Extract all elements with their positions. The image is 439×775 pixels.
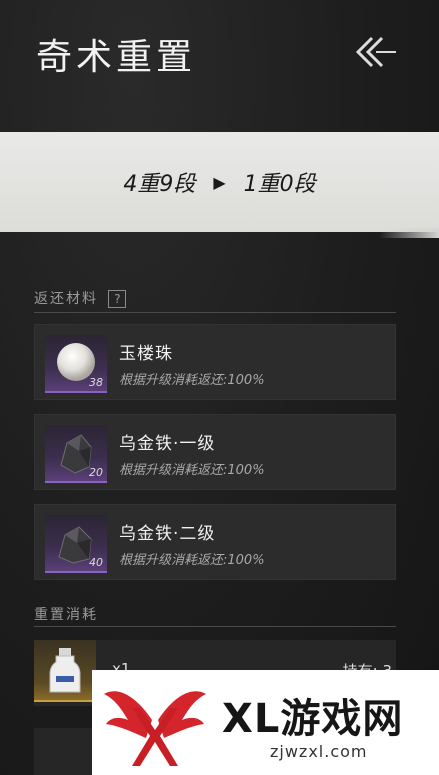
item-count: 38 [89, 376, 103, 389]
returns-section-label: 返还材料 ? [34, 288, 127, 308]
item-name: 乌金铁·一级 [119, 434, 216, 454]
cost-divider [34, 626, 396, 627]
watermark: XL游戏网 zjwzxl.com [92, 670, 439, 775]
item-count: 40 [89, 556, 103, 569]
pearl-icon: 38 [45, 335, 107, 393]
level-from: 4重9段 [123, 172, 196, 197]
back-chevron-icon [355, 36, 396, 68]
level-change: 4重9段 ▶ 1重0段 [0, 132, 439, 232]
material-item[interactable]: 40 乌金铁·二级 根据升级消耗返还:100% [34, 504, 396, 580]
material-item[interactable]: 38 玉楼珠 根据升级消耗返还:100% [34, 324, 396, 400]
item-desc: 根据升级消耗返还:100% [119, 553, 265, 568]
ore-icon: 40 [45, 515, 107, 573]
item-count: 20 [89, 466, 103, 479]
page-title: 奇术重置 [36, 37, 197, 78]
watermark-url: zjwzxl.com [270, 742, 368, 761]
bottle-icon [34, 640, 96, 702]
level-banner: 4重9段 ▶ 1重0段 [0, 132, 439, 238]
returns-label: 返还材料 [34, 291, 98, 307]
wings-logo-icon [104, 691, 206, 766]
back-button[interactable] [350, 32, 398, 72]
item-desc: 根据升级消耗返还:100% [119, 373, 265, 388]
returns-divider [34, 312, 396, 313]
item-name: 乌金铁·二级 [119, 524, 216, 544]
material-item[interactable]: 20 乌金铁·一级 根据升级消耗返还:100% [34, 414, 396, 490]
cost-section-label: 重置消耗 [34, 607, 98, 623]
item-name: 玉楼珠 [119, 344, 173, 364]
help-icon[interactable]: ? [108, 290, 127, 308]
header: 奇术重置 [0, 0, 439, 110]
arrow-right-icon: ▶ [213, 172, 226, 192]
watermark-text: XL游戏网 [222, 696, 404, 742]
item-desc: 根据升级消耗返还:100% [119, 463, 265, 478]
ore-icon: 20 [45, 425, 107, 483]
level-to: 1重0段 [243, 172, 316, 197]
